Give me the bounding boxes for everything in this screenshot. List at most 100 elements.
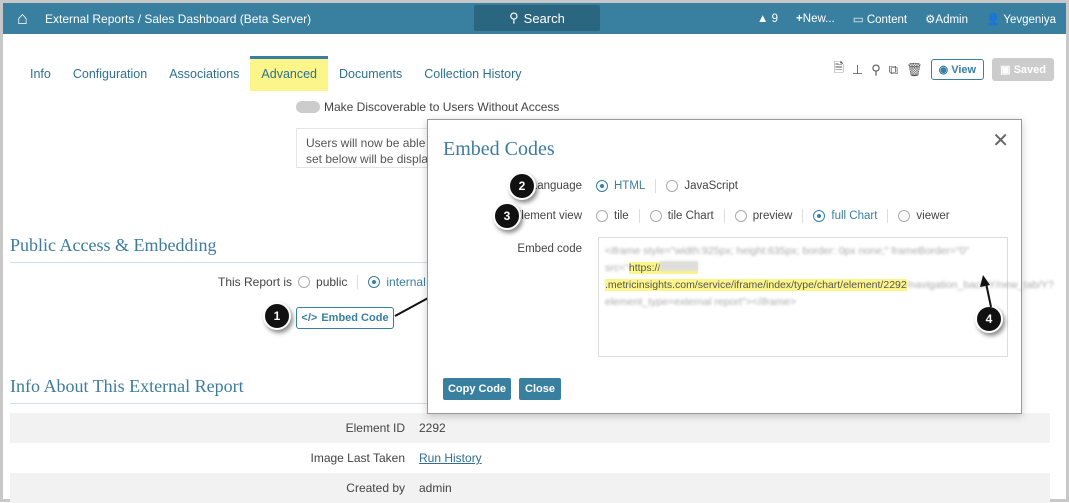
breadcrumb[interactable]: External Reports / Sales Dashboard (Beta…: [45, 12, 311, 26]
tab-advanced[interactable]: Advanced: [250, 56, 329, 91]
section-title-public-access: Public Access & Embedding: [10, 235, 430, 263]
section-title-info: Info About This External Report: [10, 376, 430, 404]
tile-label: tile: [614, 210, 629, 222]
home-icon[interactable]: ⌂: [17, 8, 39, 29]
close-button[interactable]: Close: [519, 378, 561, 400]
plus-icon: +: [796, 12, 803, 25]
search-icon: ⚲: [509, 10, 519, 25]
embed-code-textarea[interactable]: <iframe style="width:925px; height:635px…: [598, 237, 1054, 357]
gear-icon: ⚙: [925, 13, 936, 26]
tab-configuration[interactable]: Configuration: [62, 56, 158, 91]
note-line: set below will be display: [306, 152, 435, 166]
row-value: 2292: [419, 421, 446, 435]
full-chart-label: full Chart: [831, 210, 878, 222]
javascript-radio[interactable]: [666, 180, 679, 192]
tab-collection-history[interactable]: Collection History: [413, 56, 532, 91]
content-label: Content: [866, 13, 908, 26]
divider: [655, 179, 657, 193]
embed-code-label: Embed Code: [321, 312, 389, 324]
tile-chart-radio[interactable]: [649, 210, 662, 222]
search-icon[interactable]: ⚲: [871, 62, 881, 78]
new-label: New...: [802, 12, 835, 25]
close-icon[interactable]: ✕: [992, 128, 1009, 153]
view-button[interactable]: ◉ View: [930, 59, 985, 80]
report-is-label: This Report is: [218, 275, 293, 289]
saved-label: Saved: [1013, 64, 1046, 76]
alerts-button[interactable]: ▲ 9: [757, 13, 778, 25]
step-badge-3: 3: [493, 202, 521, 230]
divider: [723, 209, 725, 223]
javascript-label: JavaScript: [684, 180, 738, 192]
divider: [638, 209, 640, 223]
redacted-host: [660, 261, 699, 274]
folder-icon: ▭: [852, 13, 864, 26]
alerts-count: 9: [771, 12, 779, 25]
hierarchy-icon[interactable]: ⊥: [852, 62, 863, 78]
viewer-label: viewer: [916, 210, 950, 222]
embed-code-row: Embed code: [428, 243, 590, 255]
discoverable-toggle[interactable]: [296, 101, 320, 113]
view-label: View: [951, 64, 977, 76]
tab-associations[interactable]: Associations: [158, 56, 250, 91]
run-history-link[interactable]: Run History: [419, 451, 482, 465]
copy-icon[interactable]: ⧉: [889, 62, 898, 78]
user-icon: 👤: [986, 13, 1001, 26]
internal-radio[interactable]: [368, 276, 381, 288]
divider: [802, 209, 804, 223]
tile-chart-label: tile Chart: [667, 210, 714, 222]
warning-icon: ▲: [757, 12, 769, 25]
tile-radio[interactable]: [596, 210, 608, 222]
content-button[interactable]: ▭ Content: [853, 12, 907, 26]
html-label: HTML: [614, 180, 646, 192]
note-line: Users will now be able to: [306, 136, 436, 150]
dialog-title: Embed Codes: [443, 138, 555, 160]
search-label: Search: [523, 10, 565, 26]
code-icon: </>: [301, 312, 318, 324]
divider: [887, 209, 889, 223]
admin-label: Admin: [935, 13, 969, 26]
saved-button[interactable]: ▣ Saved: [992, 58, 1054, 81]
user-name: Yevgeniya: [1003, 13, 1056, 26]
code-url-highlight: 92: [895, 279, 907, 291]
row-label: Created by: [346, 481, 405, 495]
new-button[interactable]: +New...: [796, 13, 835, 25]
eye-icon: ◉: [938, 64, 949, 76]
info-note: Users will now be able to set below will …: [296, 128, 436, 168]
code-url-highlight: https://: [628, 262, 661, 274]
row-label: Element ID: [345, 421, 405, 435]
table-row: Created by admin: [10, 473, 1050, 503]
html-radio[interactable]: [596, 180, 608, 192]
discoverable-label: Make Discoverable to Users Without Acces…: [324, 100, 560, 114]
public-radio[interactable]: [298, 276, 311, 288]
row-label: Image Last Taken: [310, 451, 405, 465]
embed-code-label: Embed code: [517, 243, 582, 255]
step-badge-1: 1: [263, 302, 291, 330]
divider: [357, 275, 359, 289]
user-menu[interactable]: 👤 Yevgeniya: [986, 12, 1056, 26]
tab-info[interactable]: Info: [19, 56, 62, 91]
tab-documents[interactable]: Documents: [328, 56, 413, 91]
search-button[interactable]: ⚲ Search: [474, 5, 600, 31]
arrow-annotation: [980, 275, 992, 308]
viewer-radio[interactable]: [898, 210, 911, 222]
code-url-highlight: .metricinsights.com/service/iframe/index…: [605, 279, 896, 291]
step-badge-4: 4: [975, 305, 1003, 333]
document-icon[interactable]: 🗎: [833, 59, 843, 81]
admin-button[interactable]: ⚙Admin: [925, 12, 968, 26]
tab-bar: Info Configuration Associations Advanced…: [19, 56, 533, 91]
row-value: admin: [419, 481, 452, 495]
public-label: public: [316, 275, 348, 289]
table-row: Element ID 2292: [10, 413, 1050, 443]
top-nav-bar: ⌂ External Reports / Sales Dashboard (Be…: [3, 3, 1066, 34]
save-icon: ▣: [1000, 64, 1011, 76]
table-row: Image Last Taken Run History: [10, 443, 1050, 473]
embed-code-button[interactable]: </> Embed Code: [296, 307, 394, 329]
embed-codes-dialog: Embed Codes ✕ Language HTML JavaScript E…: [427, 119, 1054, 414]
preview-radio[interactable]: [734, 210, 747, 222]
step-badge-2: 2: [508, 172, 536, 200]
trash-icon[interactable]: 🗑: [906, 62, 923, 78]
copy-code-button[interactable]: Copy Code: [443, 378, 511, 400]
full-chart-radio[interactable]: [813, 210, 826, 222]
preview-label: preview: [752, 210, 793, 222]
language-row: Language HTML JavaScript: [428, 179, 738, 193]
